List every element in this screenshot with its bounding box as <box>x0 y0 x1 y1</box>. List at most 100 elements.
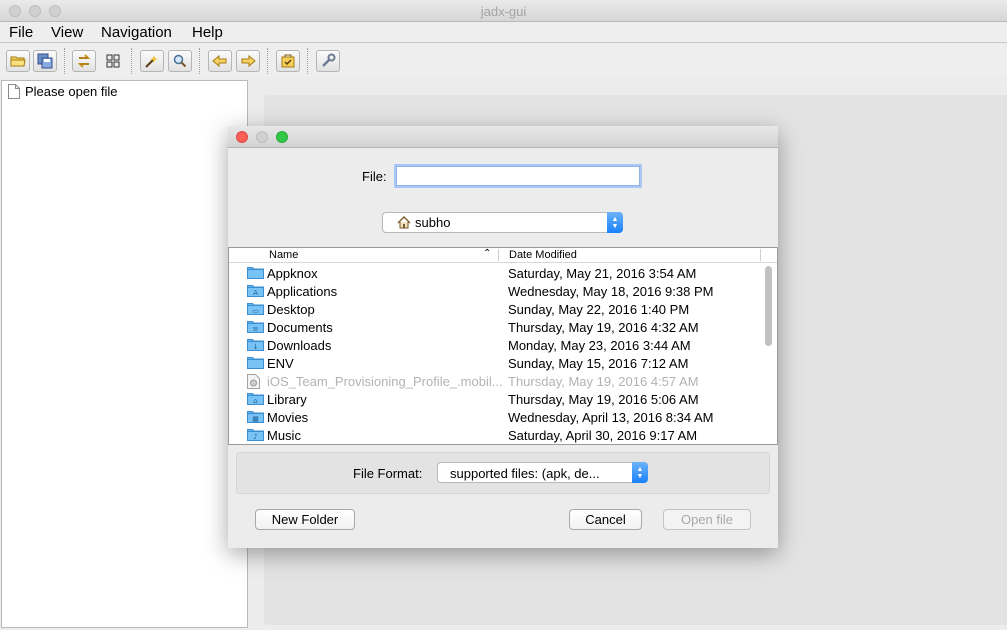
dialog-titlebar <box>228 126 778 148</box>
menu-navigation[interactable]: Navigation <box>101 24 172 41</box>
file-format-value: supported files: (apk, de... <box>450 466 600 481</box>
dialog-close-button[interactable] <box>236 131 248 143</box>
search-class-button[interactable] <box>168 50 192 72</box>
file-row-date: Thursday, May 19, 2016 4:57 AM <box>508 374 699 389</box>
file-name-input[interactable] <box>396 166 640 186</box>
file-list[interactable]: Name ⌃ Date Modified Appknox Saturday, Ma… <box>228 247 778 445</box>
column-name-header[interactable]: Name <box>269 249 298 261</box>
menu-view[interactable]: View <box>51 24 83 41</box>
back-button[interactable] <box>208 50 232 72</box>
file-row[interactable]: iOS_Team_Provisioning_Profile_.mobil... T… <box>229 372 759 390</box>
menu-file[interactable]: File <box>9 24 33 41</box>
svg-text:⌂: ⌂ <box>253 397 257 405</box>
toolbar-separator <box>199 48 200 74</box>
folder-icon <box>247 267 264 279</box>
file-row[interactable]: ▦ Movies Wednesday, April 13, 2016 8:34 AM <box>229 408 759 426</box>
file-row[interactable]: ⌂ Library Thursday, May 19, 2016 5:06 AM <box>229 390 759 408</box>
downloads-folder-icon: ↓ <box>247 339 264 351</box>
search-text-button[interactable] <box>140 50 164 72</box>
location-select[interactable]: subho ▲ ▼ <box>382 212 623 233</box>
log-icon <box>281 54 295 68</box>
forward-button[interactable] <box>236 50 260 72</box>
file-row-name: Appknox <box>267 266 318 281</box>
file-row-name: Music <box>267 428 301 443</box>
file-row[interactable]: A Applications Wednesday, May 18, 2016 9:3… <box>229 282 759 300</box>
new-folder-button[interactable]: New Folder <box>255 509 355 530</box>
preferences-icon <box>322 53 336 67</box>
toolbar-separator <box>307 48 308 74</box>
file-row[interactable]: Appknox Saturday, May 21, 2016 3:54 AM <box>229 264 759 282</box>
svg-text:↓: ↓ <box>253 343 259 351</box>
sync-button[interactable] <box>72 50 96 72</box>
svg-text:≡: ≡ <box>253 325 259 333</box>
save-all-button[interactable] <box>33 50 57 72</box>
toolbar <box>0 44 1007 78</box>
preferences-button[interactable] <box>316 50 340 72</box>
file-row-name: iOS_Team_Provisioning_Profile_.mobil... <box>267 374 503 389</box>
toolbar-separator <box>64 48 65 74</box>
open-file-dialog: File: subho ▲ ▼ Name ⌃ Date Modified Appk… <box>228 126 778 548</box>
tree-placeholder-item[interactable]: Please open file <box>8 84 118 99</box>
provisioning-file-icon <box>247 374 260 389</box>
file-icon <box>8 84 20 99</box>
file-name-label: File: <box>362 169 387 184</box>
file-row-date: Wednesday, April 13, 2016 8:34 AM <box>508 410 714 425</box>
documents-folder-icon: ≡ <box>247 321 264 333</box>
file-row-name: Desktop <box>267 302 315 317</box>
back-icon <box>212 54 227 68</box>
open-file-icon <box>10 56 26 67</box>
file-row-name: ENV <box>267 356 294 371</box>
file-row-date: Thursday, May 19, 2016 5:06 AM <box>508 392 699 407</box>
open-file-button[interactable] <box>6 50 30 72</box>
file-row[interactable]: ▭ Desktop Sunday, May 22, 2016 1:40 PM <box>229 300 759 318</box>
file-row-date: Saturday, May 21, 2016 3:54 AM <box>508 266 697 281</box>
open-file-confirm-button[interactable]: Open file <box>663 509 751 530</box>
window-titlebar: jadx-gui <box>0 0 1007 22</box>
log-button[interactable] <box>276 50 300 72</box>
file-format-select[interactable]: supported files: (apk, de... ▲ ▼ <box>437 462 648 483</box>
search-class-icon <box>173 54 187 68</box>
file-row-name: Applications <box>267 284 338 299</box>
file-row[interactable]: ♪ Music Saturday, April 30, 2016 9:17 AM <box>229 426 759 444</box>
file-format-bar: File Format: supported files: (apk, de..… <box>236 452 770 494</box>
cancel-button[interactable]: Cancel <box>569 509 642 530</box>
movies-folder-icon: ▦ <box>247 411 264 423</box>
file-row-name: Downloads <box>267 338 332 353</box>
file-row[interactable]: ENV Sunday, May 15, 2016 7:12 AM <box>229 354 759 372</box>
file-row-date: Thursday, May 19, 2016 4:32 AM <box>508 320 699 335</box>
svg-text:A: A <box>253 289 258 297</box>
file-row-name: Documents <box>267 320 333 335</box>
column-date-header[interactable]: Date Modified <box>509 249 577 261</box>
chevron-updown-icon: ▲ ▼ <box>607 212 623 233</box>
file-row-name: Movies <box>267 410 309 425</box>
file-row-date: Sunday, May 22, 2016 1:40 PM <box>508 302 690 317</box>
sort-ascending-icon: ⌃ <box>483 248 492 259</box>
file-row-name: Library <box>267 392 307 407</box>
vertical-scrollbar-thumb[interactable] <box>765 266 772 346</box>
flatten-packages-button[interactable] <box>101 50 125 72</box>
file-list-header: Name ⌃ Date Modified <box>229 248 777 263</box>
menu-help[interactable]: Help <box>192 24 223 41</box>
file-tree[interactable]: Please open file <box>1 80 248 628</box>
file-row-date: Sunday, May 15, 2016 7:12 AM <box>508 356 689 371</box>
toolbar-separator <box>131 48 132 74</box>
file-row-date: Saturday, April 30, 2016 9:17 AM <box>508 428 698 443</box>
home-icon <box>397 216 411 229</box>
search-text-icon <box>145 55 158 68</box>
chevron-updown-icon: ▲ ▼ <box>632 462 648 483</box>
menubar: File View Navigation Help <box>0 22 1007 43</box>
tree-placeholder-label: Please open file <box>25 84 118 99</box>
library-folder-icon: ⌂ <box>247 393 264 405</box>
file-row[interactable]: ≡ Documents Thursday, May 19, 2016 4:32 AM <box>229 318 759 336</box>
svg-text:▭: ▭ <box>252 307 259 315</box>
window-title: jadx-gui <box>480 4 527 19</box>
dialog-zoom-button[interactable] <box>276 131 288 143</box>
column-divider <box>760 249 761 261</box>
file-row-date: Monday, May 23, 2016 3:44 AM <box>508 338 691 353</box>
dialog-minimize-button[interactable] <box>256 131 268 143</box>
svg-text:♪: ♪ <box>253 433 257 441</box>
file-rows: Appknox Saturday, May 21, 2016 3:54 AM A Ap… <box>229 264 759 444</box>
file-row[interactable]: ↓ Downloads Monday, May 23, 2016 3:44 AM <box>229 336 759 354</box>
column-divider[interactable] <box>498 249 499 261</box>
file-row-date: Wednesday, May 18, 2016 9:38 PM <box>508 284 714 299</box>
